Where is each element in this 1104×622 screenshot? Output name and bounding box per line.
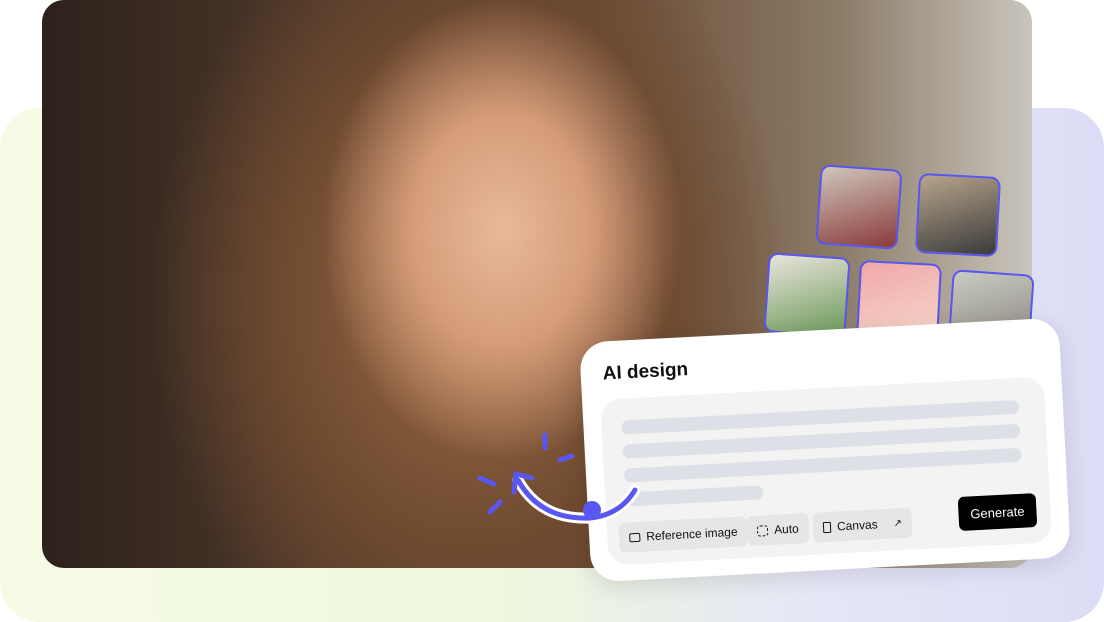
sample-thumbnail[interactable] [915,173,1001,257]
ai-design-card: AI design Reference image Auto Canvas ↗ … [579,318,1071,583]
placeholder-line [625,485,764,506]
dashed-square-icon [757,525,769,537]
sparkle-arrow-icon [470,430,640,540]
sample-thumbnail[interactable] [763,252,850,338]
canvas-icon [823,521,832,532]
prompt-input[interactable]: Reference image Auto Canvas ↗ Generate [600,376,1052,565]
card-title: AI design [602,359,689,385]
auto-button[interactable]: Auto [746,513,809,546]
external-arrow-icon: ↗ [893,518,902,529]
sample-thumbnail[interactable] [815,164,902,250]
canvas-button[interactable]: Canvas ↗ [812,508,913,543]
generate-button[interactable]: Generate [957,493,1037,531]
